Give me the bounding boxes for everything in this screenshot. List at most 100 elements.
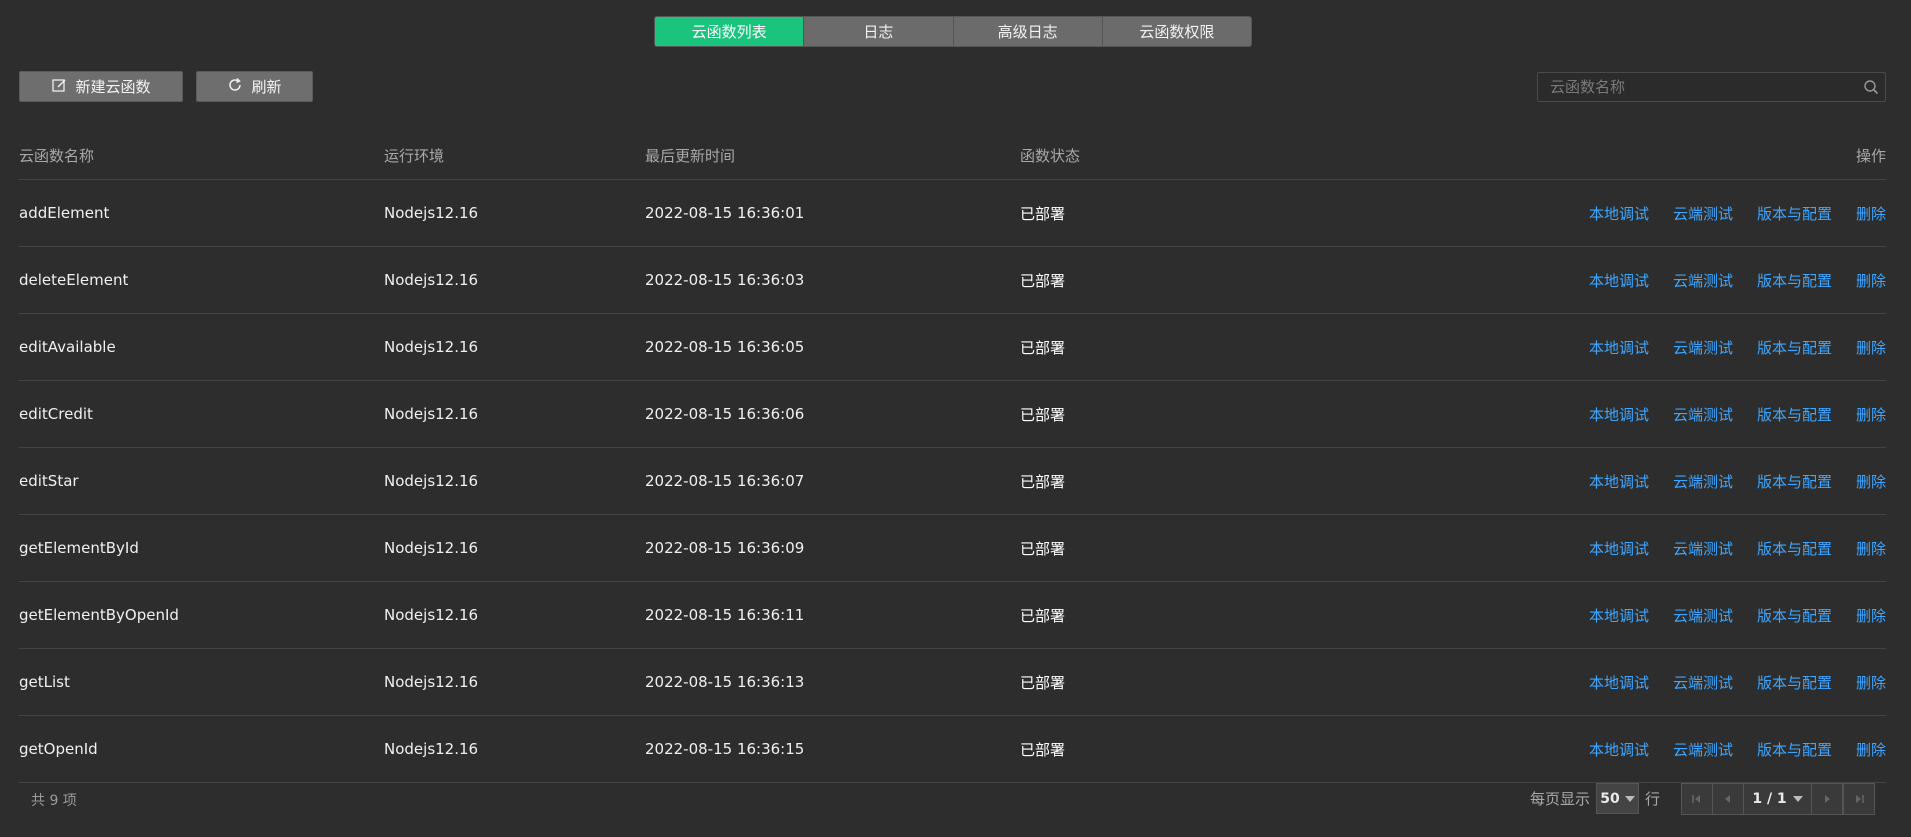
delete-link[interactable]: 删除 <box>1856 203 1886 224</box>
next-page-icon <box>1825 795 1830 803</box>
local-debug-link[interactable]: 本地调试 <box>1589 605 1649 626</box>
runtime-env: Nodejs12.16 <box>384 673 479 691</box>
local-debug-link[interactable]: 本地调试 <box>1589 739 1649 760</box>
refresh-label: 刷新 <box>251 78 282 96</box>
status-text: 已部署 <box>1020 405 1066 424</box>
runtime-env: Nodejs12.16 <box>384 606 479 624</box>
delete-link[interactable]: 删除 <box>1856 672 1886 693</box>
cloud-test-link[interactable]: 云端测试 <box>1673 538 1733 559</box>
row-actions: 本地调试 云端测试 版本与配置 删除 <box>1589 247 1886 313</box>
updated-time: 2022-08-15 16:36:06 <box>645 405 805 423</box>
updated-time: 2022-08-15 16:36:15 <box>645 740 805 758</box>
row-actions: 本地调试 云端测试 版本与配置 删除 <box>1589 448 1886 514</box>
table-row: editAvailable Nodejs12.16 2022-08-15 16:36… <box>19 314 1886 381</box>
function-name: addElement <box>19 204 110 222</box>
first-page-button[interactable] <box>1682 784 1713 814</box>
cloud-test-link[interactable]: 云端测试 <box>1673 605 1733 626</box>
new-function-label: 新建云函数 <box>75 78 151 96</box>
updated-time: 2022-08-15 16:36:05 <box>645 338 805 356</box>
chevron-down-icon <box>1624 795 1635 802</box>
function-name: getElementByOpenId <box>19 606 179 624</box>
status-text: 已部署 <box>1020 740 1066 759</box>
delete-link[interactable]: 删除 <box>1856 270 1886 291</box>
refresh-icon <box>227 77 243 97</box>
row-actions: 本地调试 云端测试 版本与配置 删除 <box>1589 515 1886 581</box>
local-debug-link[interactable]: 本地调试 <box>1589 471 1649 492</box>
local-debug-link[interactable]: 本地调试 <box>1589 337 1649 358</box>
status-text: 已部署 <box>1020 271 1066 290</box>
row-actions: 本地调试 云端测试 版本与配置 删除 <box>1589 381 1886 447</box>
tab-advanced-logs[interactable]: 高级日志 <box>952 17 1102 46</box>
delete-link[interactable]: 删除 <box>1856 404 1886 425</box>
local-debug-link[interactable]: 本地调试 <box>1589 203 1649 224</box>
tab-function-permissions[interactable]: 云函数权限 <box>1101 17 1251 46</box>
version-config-link[interactable]: 版本与配置 <box>1757 739 1832 760</box>
status-text: 已部署 <box>1020 673 1066 692</box>
last-page-button[interactable] <box>1843 784 1874 814</box>
version-config-link[interactable]: 版本与配置 <box>1757 203 1832 224</box>
table-row: editCredit Nodejs12.16 2022-08-15 16:36:06… <box>19 381 1886 448</box>
search-box <box>1537 72 1886 102</box>
version-config-link[interactable]: 版本与配置 <box>1757 270 1832 291</box>
status-text: 已部署 <box>1020 338 1066 357</box>
runtime-env: Nodejs12.16 <box>384 740 479 758</box>
table-row: addElement Nodejs12.16 2022-08-15 16:36:01… <box>19 180 1886 247</box>
table-row: deleteElement Nodejs12.16 2022-08-15 16:36… <box>19 247 1886 314</box>
version-config-link[interactable]: 版本与配置 <box>1757 337 1832 358</box>
function-name: editStar <box>19 472 79 490</box>
delete-link[interactable]: 删除 <box>1856 538 1886 559</box>
page-size-value: 50 <box>1600 790 1620 807</box>
next-page-button[interactable] <box>1812 784 1843 814</box>
local-debug-link[interactable]: 本地调试 <box>1589 270 1649 291</box>
page-indicator: 1 / 1 <box>1752 791 1787 807</box>
cloud-test-link[interactable]: 云端测试 <box>1673 672 1733 693</box>
page-select[interactable]: 1 / 1 <box>1744 784 1812 814</box>
table-row: getOpenId Nodejs12.16 2022-08-15 16:36:15 已… <box>19 716 1886 783</box>
updated-time: 2022-08-15 16:36:03 <box>645 271 805 289</box>
cloud-test-link[interactable]: 云端测试 <box>1673 471 1733 492</box>
search-input[interactable] <box>1538 77 1857 97</box>
runtime-env: Nodejs12.16 <box>384 405 479 423</box>
new-function-button[interactable]: 新建云函数 <box>19 71 183 102</box>
prev-page-icon <box>1725 795 1730 803</box>
function-name: getList <box>19 673 70 691</box>
tab-logs[interactable]: 日志 <box>803 17 952 46</box>
edit-icon <box>51 77 67 97</box>
cloud-test-link[interactable]: 云端测试 <box>1673 270 1733 291</box>
row-actions: 本地调试 云端测试 版本与配置 删除 <box>1589 716 1886 782</box>
delete-link[interactable]: 删除 <box>1856 605 1886 626</box>
delete-link[interactable]: 删除 <box>1856 739 1886 760</box>
row-actions: 本地调试 云端测试 版本与配置 删除 <box>1589 314 1886 380</box>
page-size-select[interactable]: 50 <box>1596 783 1640 814</box>
local-debug-link[interactable]: 本地调试 <box>1589 404 1649 425</box>
updated-time: 2022-08-15 16:36:07 <box>645 472 805 490</box>
tab-function-list[interactable]: 云函数列表 <box>655 17 804 46</box>
table-row: getList Nodejs12.16 2022-08-15 16:36:13 已部署… <box>19 649 1886 716</box>
cloud-test-link[interactable]: 云端测试 <box>1673 739 1733 760</box>
version-config-link[interactable]: 版本与配置 <box>1757 404 1832 425</box>
prev-page-button[interactable] <box>1713 784 1744 814</box>
updated-time: 2022-08-15 16:36:09 <box>645 539 805 557</box>
version-config-link[interactable]: 版本与配置 <box>1757 471 1832 492</box>
per-page-unit: 行 <box>1645 790 1661 808</box>
version-config-link[interactable]: 版本与配置 <box>1757 605 1832 626</box>
version-config-link[interactable]: 版本与配置 <box>1757 538 1832 559</box>
delete-link[interactable]: 删除 <box>1856 337 1886 358</box>
table-row: getElementByOpenId Nodejs12.16 2022-08-15 … <box>19 582 1886 649</box>
runtime-env: Nodejs12.16 <box>384 204 479 222</box>
local-debug-link[interactable]: 本地调试 <box>1589 538 1649 559</box>
delete-link[interactable]: 删除 <box>1856 471 1886 492</box>
cloud-test-link[interactable]: 云端测试 <box>1673 337 1733 358</box>
refresh-button[interactable]: 刷新 <box>196 71 313 102</box>
local-debug-link[interactable]: 本地调试 <box>1589 672 1649 693</box>
header-name: 云函数名称 <box>19 147 95 165</box>
row-actions: 本地调试 云端测试 版本与配置 删除 <box>1589 582 1886 648</box>
pagination: 1 / 1 <box>1681 783 1875 815</box>
version-config-link[interactable]: 版本与配置 <box>1757 672 1832 693</box>
table-row: getElementById Nodejs12.16 2022-08-15 16:3… <box>19 515 1886 582</box>
cloud-test-link[interactable]: 云端测试 <box>1673 203 1733 224</box>
top-tab-bar: 云函数列表 日志 高级日志 云函数权限 <box>654 16 1252 47</box>
cloud-test-link[interactable]: 云端测试 <box>1673 404 1733 425</box>
search-icon[interactable] <box>1857 79 1885 95</box>
first-page-icon <box>1692 795 1700 803</box>
